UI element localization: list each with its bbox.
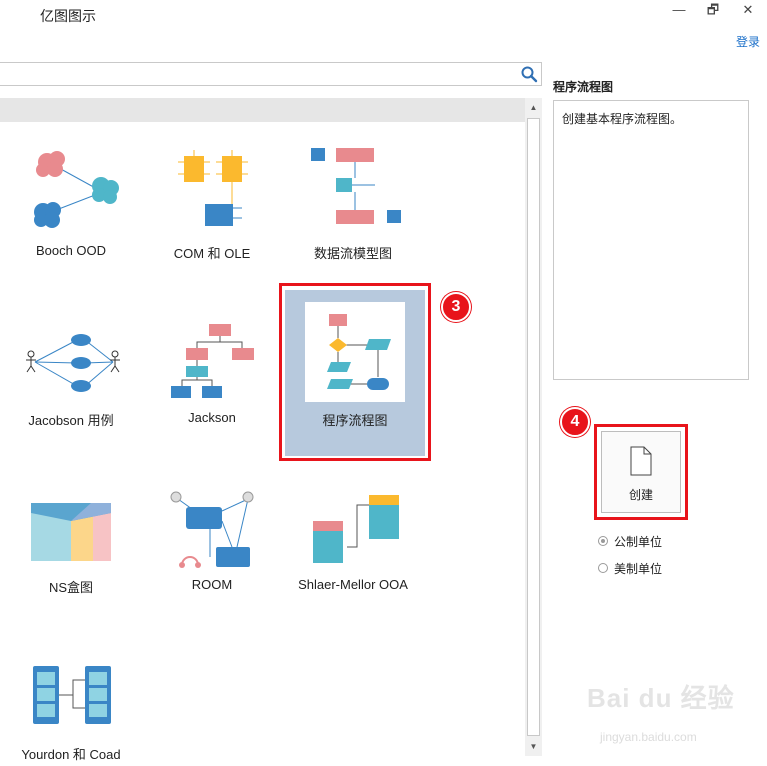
- annotation-box-3: [279, 283, 431, 461]
- template-jacobson-use-case[interactable]: Jacobson 用例: [1, 296, 141, 456]
- search-icon[interactable]: [520, 65, 538, 83]
- template-label: COM 和 OLE: [173, 246, 251, 261]
- template-booch-ood[interactable]: Booch OOD: [1, 130, 141, 290]
- create-label: 创建: [628, 488, 653, 502]
- room-thumbnail: [170, 491, 254, 568]
- radio-metric[interactable]: [598, 536, 608, 546]
- description-box: 创建基本程序流程图。: [553, 100, 749, 380]
- template-jackson[interactable]: Jackson: [142, 296, 282, 456]
- radio-metric-label[interactable]: 公制单位: [614, 533, 662, 550]
- com-ole-thumbnail: [178, 150, 248, 226]
- category-header-bar: [0, 98, 525, 122]
- document-icon: [630, 446, 652, 476]
- template-label: Shlaer-Mellor OOA: [298, 577, 408, 592]
- template-ns-box[interactable]: NS盒图: [1, 463, 141, 623]
- radio-us-label[interactable]: 美制单位: [614, 560, 662, 577]
- template-room[interactable]: ROOM: [142, 463, 282, 623]
- template-dataflow-model[interactable]: 数据流模型图: [283, 130, 423, 290]
- template-label: Yourdon 和 Coad: [21, 747, 121, 762]
- template-yourdon-coad[interactable]: Yourdon 和 Coad: [1, 630, 141, 762]
- window-title: 亿图图示: [40, 8, 96, 24]
- create-button[interactable]: 创建: [601, 431, 681, 513]
- template-label: Jacobson 用例: [28, 413, 114, 428]
- ns-box-thumbnail: [31, 503, 111, 561]
- template-label: ROOM: [191, 577, 233, 592]
- yourdon-coad-thumbnail: [33, 666, 111, 724]
- close-button[interactable]: ✕: [733, 0, 763, 22]
- template-label: 数据流模型图: [313, 246, 392, 261]
- template-com-ole[interactable]: COM 和 OLE: [142, 130, 282, 290]
- step-badge-4: 4: [560, 407, 590, 437]
- description-title: 程序流程图: [553, 80, 614, 94]
- restore-button[interactable]: 🗗: [698, 0, 728, 22]
- radio-us[interactable]: [598, 563, 608, 573]
- step-badge-3: 3: [441, 292, 471, 322]
- jacobson-use-case-thumbnail: [26, 334, 120, 392]
- scroll-down-arrow[interactable]: ▼: [527, 740, 540, 754]
- login-link[interactable]: 登录: [736, 33, 760, 50]
- template-label: Booch OOD: [35, 243, 107, 258]
- shlaer-mellor-thumbnail: [313, 495, 399, 563]
- scroll-up-arrow[interactable]: ▲: [527, 101, 540, 115]
- template-shlaer-mellor-ooa[interactable]: Shlaer-Mellor OOA: [283, 463, 423, 623]
- template-label: Jackson: [188, 410, 236, 425]
- description-text: 创建基本程序流程图。: [562, 112, 683, 126]
- dataflow-model-thumbnail: [311, 148, 401, 224]
- baidu-watermark: Bai du 经验: [587, 683, 735, 713]
- jackson-thumbnail: [171, 324, 254, 398]
- booch-ood-thumbnail: [34, 151, 119, 228]
- template-label: NS盒图: [48, 580, 94, 595]
- minimize-button[interactable]: —: [664, 0, 694, 22]
- scrollbar-thumb[interactable]: [527, 118, 540, 736]
- baidu-watermark-url: jingyan.baidu.com: [600, 730, 697, 744]
- search-input[interactable]: [0, 62, 542, 86]
